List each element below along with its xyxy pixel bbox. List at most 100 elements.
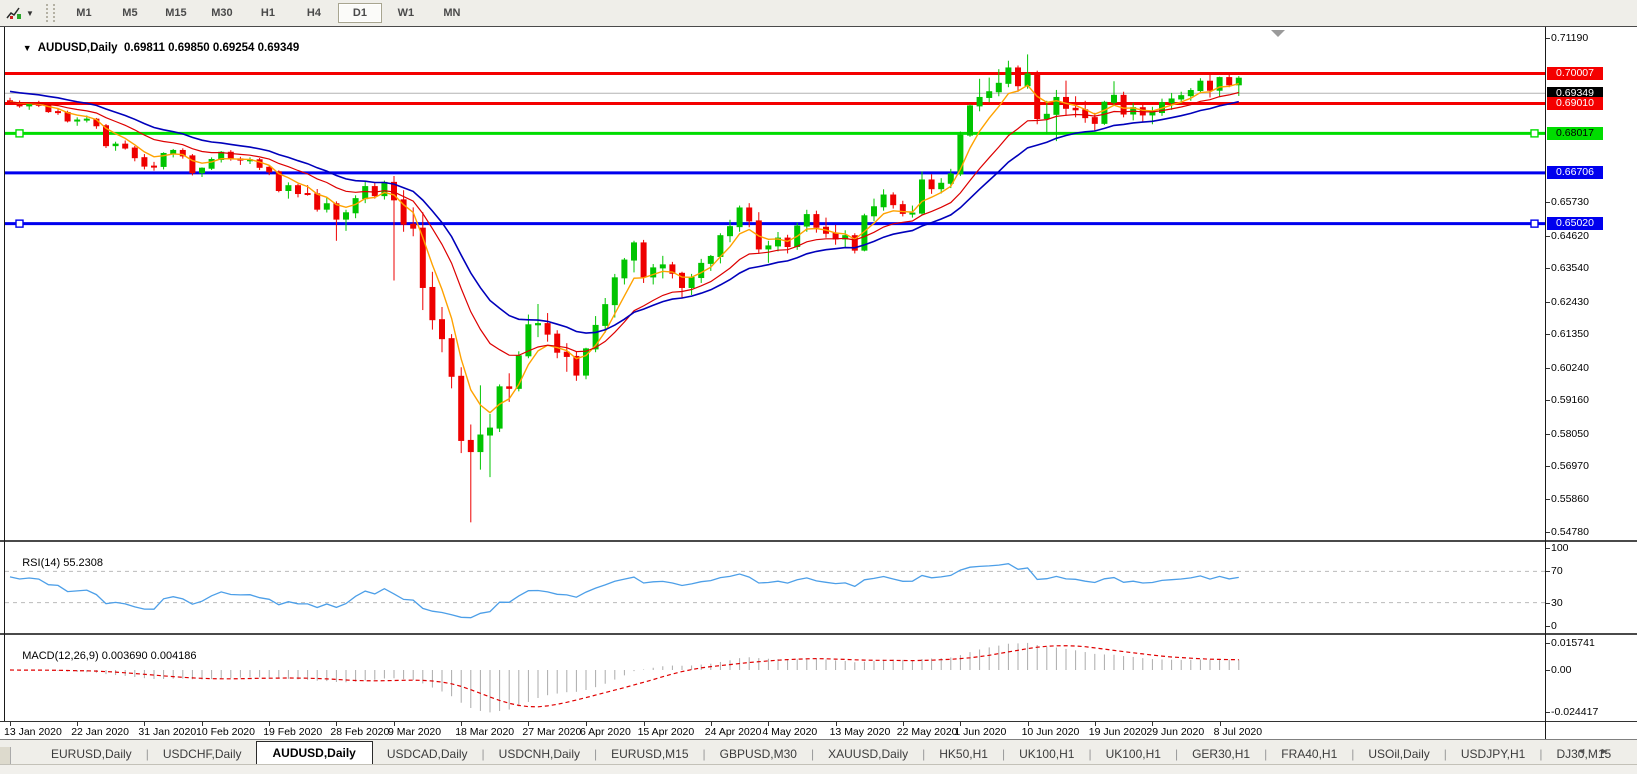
chart-tab-USDCHF-Daily[interactable]: USDCHF,Daily xyxy=(149,744,256,765)
line-anchor-marker[interactable] xyxy=(16,220,23,227)
timeframe-button-MN[interactable]: MN xyxy=(430,3,474,23)
candle-body xyxy=(804,215,809,226)
candle-body xyxy=(200,168,205,173)
price-tick-label: 0.64620 xyxy=(1551,231,1589,242)
price-label-box: 0.70007 xyxy=(1547,67,1603,80)
timeframe-button-D1[interactable]: D1 xyxy=(338,3,382,23)
timeframe-button-W1[interactable]: W1 xyxy=(384,3,428,23)
price-tick-label: 0.62430 xyxy=(1551,297,1589,308)
toolbar-grip[interactable] xyxy=(46,4,55,22)
date-label: 18 Mar 2020 xyxy=(455,726,514,738)
tab-bar-lead xyxy=(0,747,11,765)
rsi-tick xyxy=(1546,548,1550,549)
price-tick xyxy=(1546,368,1550,369)
tab-scroll-arrows[interactable]: ◄► xyxy=(1577,746,1623,756)
line-anchor-marker[interactable] xyxy=(1531,130,1538,137)
candle-body xyxy=(545,324,550,335)
candle-body xyxy=(113,144,118,146)
candle-body xyxy=(267,167,272,172)
candle-body xyxy=(708,256,713,263)
candle-body xyxy=(459,376,464,440)
symbol-name: AUDUSD,Daily xyxy=(38,42,118,54)
price-tick xyxy=(1546,236,1550,237)
candle-body xyxy=(699,263,704,277)
candle-body xyxy=(286,186,291,191)
chart-tab-USDJPY-H1[interactable]: USDJPY,H1 xyxy=(1447,744,1539,765)
chart-tab-EURUSD-M15[interactable]: EURUSD,M15 xyxy=(597,744,702,765)
ohlc-values: 0.69811 0.69850 0.69254 0.69349 xyxy=(124,42,299,54)
timeframe-button-H1[interactable]: H1 xyxy=(246,3,290,23)
price-tick xyxy=(1546,466,1550,467)
candle-body xyxy=(1112,95,1117,102)
chart-tab-GER30-H1[interactable]: GER30,H1 xyxy=(1178,744,1264,765)
chart-tab-GBPUSD-M30[interactable]: GBPUSD,M30 xyxy=(706,744,811,765)
chart-cursor-tool[interactable]: ▼ xyxy=(0,6,40,21)
tab-scroll-left-icon: ◄ xyxy=(1577,746,1600,756)
chart-tab-XAUUSD-Daily[interactable]: XAUUSD,Daily xyxy=(814,744,922,765)
chart-tab-FRA40-H1[interactable]: FRA40,H1 xyxy=(1267,744,1351,765)
chart-tab-AUDUSD-Daily[interactable]: AUDUSD,Daily xyxy=(256,741,373,765)
candle-body xyxy=(324,204,329,209)
candle-body xyxy=(1006,68,1011,83)
timeframe-button-M5[interactable]: M5 xyxy=(108,3,152,23)
rsi-panel[interactable]: RSI(14) 55.2308 10070300 xyxy=(0,540,1637,633)
chart-tab-USOil-Daily[interactable]: USOil,Daily xyxy=(1354,744,1443,765)
candlestick-chart[interactable] xyxy=(5,27,1545,538)
price-tick xyxy=(1546,499,1550,500)
candle-body xyxy=(84,119,89,120)
chart-left-border xyxy=(4,27,5,721)
candle-body xyxy=(929,180,934,189)
candle-body xyxy=(910,213,915,214)
candle-body xyxy=(1044,114,1049,118)
macd-panel[interactable]: MACD(12,26,9) 0.003690 0.004186 0.015741… xyxy=(0,633,1637,723)
price-tick-label: 0.54780 xyxy=(1551,527,1589,538)
candle-body xyxy=(1188,91,1193,96)
candle-body xyxy=(1016,68,1021,86)
candle-body xyxy=(891,195,896,205)
rsi-tick-label: 70 xyxy=(1551,566,1563,577)
macd-chart[interactable] xyxy=(5,635,1545,723)
price-tick xyxy=(1546,400,1550,401)
date-label: 27 Mar 2020 xyxy=(522,726,581,738)
line-anchor-marker[interactable] xyxy=(16,130,23,137)
rsi-tick-label: 0 xyxy=(1551,621,1557,632)
candle-body xyxy=(555,334,560,352)
candle-body xyxy=(190,156,195,173)
candle-body xyxy=(728,227,733,236)
date-label: 9 Mar 2020 xyxy=(388,726,441,738)
chart-tab-UK100-H1[interactable]: UK100,H1 xyxy=(1092,744,1175,765)
candle-body xyxy=(689,278,694,288)
candle-body xyxy=(27,104,32,106)
timeframe-button-H4[interactable]: H4 xyxy=(292,3,336,23)
candle-body xyxy=(75,120,80,121)
chart-tab-USDCNH-Daily[interactable]: USDCNH,Daily xyxy=(485,744,594,765)
chart-tab-USDCAD-Daily[interactable]: USDCAD,Daily xyxy=(373,744,482,765)
candle-body xyxy=(142,158,147,166)
price-tick xyxy=(1546,268,1550,269)
candle-body xyxy=(1198,81,1203,90)
rsi-chart[interactable] xyxy=(5,542,1545,633)
macd-tick xyxy=(1546,670,1550,671)
timeframe-button-M1[interactable]: M1 xyxy=(62,3,106,23)
chevron-down-icon[interactable]: ▼ xyxy=(26,9,34,18)
chart-title: ▼ AUDUSD,Daily 0.69811 0.69850 0.69254 0.… xyxy=(10,30,299,66)
date-axis[interactable]: 13 Jan 202022 Jan 202031 Jan 202010 Feb … xyxy=(0,721,1637,740)
price-axis[interactable]: 0.711900.657300.646200.635400.624300.613… xyxy=(1546,27,1637,538)
candle-body xyxy=(1150,113,1155,115)
macd-axis: 0.0157410.00-0.024417 xyxy=(1546,635,1637,723)
main-chart-panel[interactable]: ▼ AUDUSD,Daily 0.69811 0.69850 0.69254 0.… xyxy=(0,27,1637,538)
chart-tab-UK100-H1[interactable]: UK100,H1 xyxy=(1005,744,1088,765)
date-label: 4 May 2020 xyxy=(762,726,817,738)
chart-tab-HK50-H1[interactable]: HK50,H1 xyxy=(925,744,1002,765)
candle-body xyxy=(766,246,771,249)
axis-border xyxy=(1545,27,1546,739)
timeframe-button-M30[interactable]: M30 xyxy=(200,3,244,23)
symbol-dropdown-icon[interactable]: ▼ xyxy=(23,43,32,53)
line-anchor-marker[interactable] xyxy=(1531,220,1538,227)
timeframe-button-M15[interactable]: M15 xyxy=(154,3,198,23)
chart-tab-EURUSD-Daily[interactable]: EURUSD,Daily xyxy=(37,744,146,765)
price-tick xyxy=(1546,38,1550,39)
candle-body xyxy=(603,305,608,326)
price-label-box: 0.65020 xyxy=(1547,217,1603,230)
right-shift-marker-icon[interactable] xyxy=(1271,30,1285,37)
